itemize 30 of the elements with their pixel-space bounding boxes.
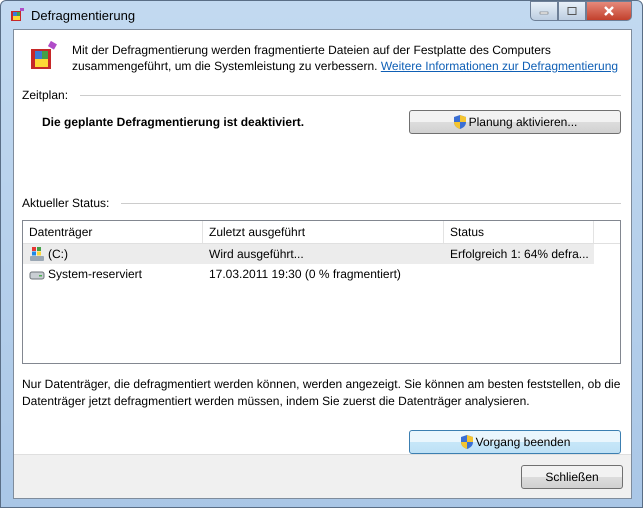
system-drive-icon: [29, 246, 45, 262]
intro-text: Mit der Defragmentierung werden fragmentierte Dateien auf der Festplatte des Computers zusammengeführt, um die Systemleistung zu verbessern. Weitere Informationen zur Defragmentierung: [72, 42, 620, 74]
defrag-icon: [28, 40, 60, 72]
maximize-button[interactable]: [558, 1, 586, 21]
table-cell: Wird ausgeführt...: [209, 247, 304, 261]
enable-schedule-button[interactable]: Planung aktivieren...: [409, 110, 621, 134]
shield-icon: [460, 434, 474, 450]
column-header[interactable]: Status: [444, 221, 594, 243]
maximize-icon: [567, 7, 577, 15]
close-button[interactable]: [586, 1, 632, 21]
window-title: Defragmentierung: [31, 8, 136, 22]
shield-icon: [452, 114, 467, 130]
schedule-message: Die geplante Defragmentierung ist deaktiviert.: [42, 115, 304, 129]
close-dialog-button[interactable]: Schließen: [521, 465, 623, 489]
minimize-button[interactable]: [530, 1, 558, 21]
table-cell: 17.03.2011 19:30 (0 % fragmentiert): [209, 267, 401, 281]
more-info-link[interactable]: Weitere Informationen zur Defragmentierung: [380, 59, 618, 73]
table-cell: Erfolgreich 1: 64% defra...: [450, 247, 589, 261]
drive-row[interactable]: (C:) Wird ausgeführt... Erfolgreich 1: 64% defra...: [23, 244, 594, 264]
column-header[interactable]: Datenträger: [23, 221, 203, 243]
close-icon: [603, 6, 615, 16]
info-text: Nur Datenträger, die defragmentiert werden können, werden angezeigt. Sie können am besten feststellen, ob die Datenträger jetzt defragmentiert werden müssen, indem Sie zuerst die Datenträger analysieren.: [22, 376, 621, 410]
table-cell: System-reserviert: [48, 267, 142, 281]
stop-button[interactable]: Vorgang beenden: [409, 430, 621, 454]
defrag-icon: [9, 7, 25, 23]
column-header[interactable]: Zuletzt ausgeführt: [203, 221, 444, 243]
drive-row[interactable]: System-reserviert 17.03.2011 19:30 (0 % fragmentiert): [23, 264, 594, 284]
section-heading: Aktueller Status:: [22, 196, 110, 210]
section-heading: Zeitplan:: [22, 88, 68, 102]
table-cell: (C:): [48, 247, 68, 261]
